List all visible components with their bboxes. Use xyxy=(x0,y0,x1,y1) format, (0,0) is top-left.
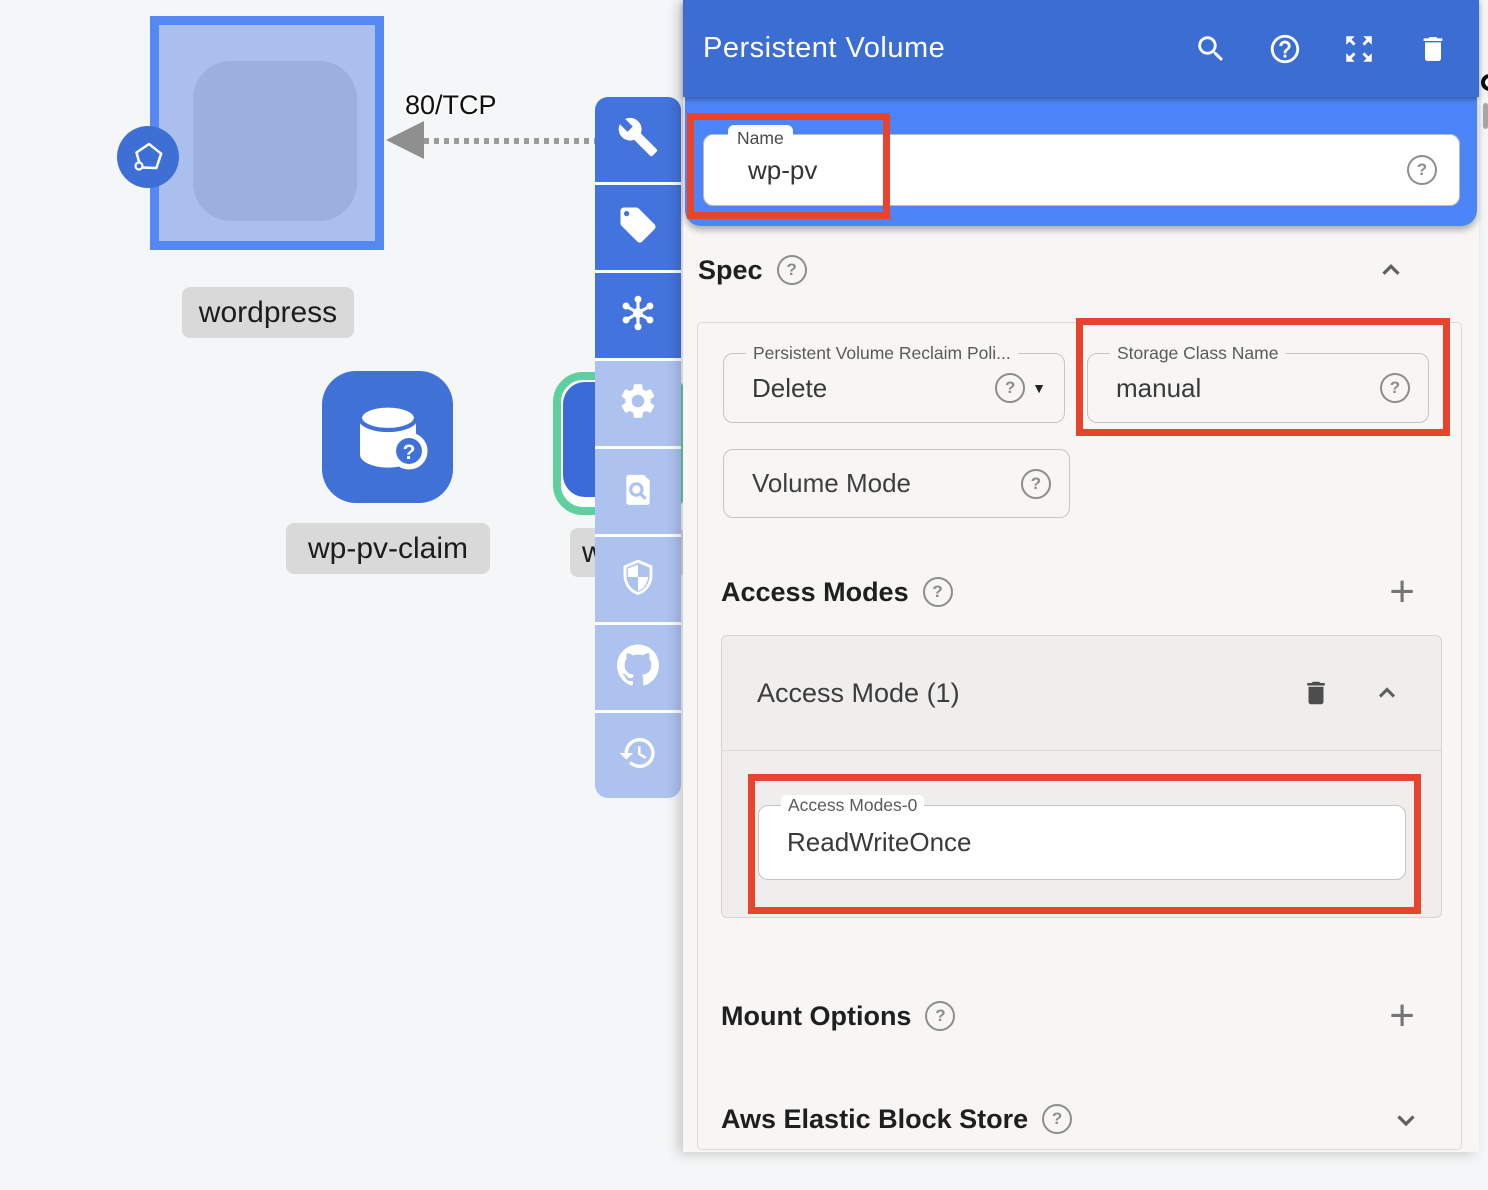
name-input[interactable]: wp-pv ? xyxy=(703,134,1460,206)
hub-network-icon xyxy=(616,291,660,340)
spec-help-icon[interactable]: ? xyxy=(777,255,807,285)
reclaim-policy-dropdown-icon[interactable]: ▼ xyxy=(1032,380,1046,396)
wp-pv-claim-node-label: wp-pv-claim xyxy=(286,523,490,574)
access-mode-card-title: Access Mode (1) xyxy=(757,678,1301,709)
name-help-icon[interactable]: ? xyxy=(1407,155,1437,185)
spec-section-header: Spec ? xyxy=(698,248,1428,292)
name-input-value: wp-pv xyxy=(748,155,1407,186)
shield-icon xyxy=(618,557,658,602)
spec-group-box: Persistent Volume Reclaim Poli... Delete… xyxy=(697,322,1462,1150)
side-toolbar xyxy=(595,97,681,798)
mount-options-heading: Mount Options xyxy=(721,1001,911,1032)
reclaim-policy-label: Persistent Volume Reclaim Poli... xyxy=(746,343,1018,364)
properties-panel: Persistent Volume Name wp-pv ? xyxy=(683,0,1479,1152)
clipped-canvas-node-dot xyxy=(1481,74,1488,91)
document-search-icon xyxy=(618,469,658,514)
storage-class-field[interactable]: Storage Class Name manual ? xyxy=(1087,353,1429,423)
expand-icon[interactable] xyxy=(1341,31,1377,67)
toolbar-wrench-button[interactable] xyxy=(595,97,681,182)
aws-ebs-heading: Aws Elastic Block Store xyxy=(721,1104,1028,1135)
panel-header: Persistent Volume xyxy=(683,0,1479,97)
database-icon: ? xyxy=(346,395,430,479)
tag-icon xyxy=(617,204,659,251)
access-modes-0-field[interactable]: Access Modes-0 ReadWriteOnce xyxy=(758,805,1406,880)
panel-title: Persistent Volume xyxy=(703,32,1193,65)
wordpress-node-label: wordpress xyxy=(182,287,354,338)
name-section: Name wp-pv ? xyxy=(685,97,1477,226)
volume-mode-placeholder: Volume Mode xyxy=(752,468,1021,499)
canvas-node-wp-pv-claim[interactable]: ? xyxy=(322,371,453,503)
aws-ebs-help-icon[interactable]: ? xyxy=(1042,1104,1072,1134)
toolbar-tag-button[interactable] xyxy=(595,185,681,270)
edge-port-label: 80/TCP xyxy=(405,90,497,121)
reclaim-policy-value: Delete xyxy=(752,373,995,404)
access-modes-0-value: ReadWriteOnce xyxy=(787,827,1405,858)
aws-ebs-header: Aws Elastic Block Store ? xyxy=(721,1097,1443,1141)
storage-class-label: Storage Class Name xyxy=(1110,343,1285,364)
access-mode-collapse-chevron-up-icon[interactable] xyxy=(1373,679,1401,707)
delete-icon[interactable] xyxy=(1415,31,1451,67)
access-mode-card-header: Access Mode (1) xyxy=(722,636,1441,751)
reclaim-policy-help-icon[interactable]: ? xyxy=(995,373,1025,403)
storage-class-value: manual xyxy=(1116,373,1380,404)
help-icon[interactable] xyxy=(1267,31,1303,67)
access-mode-card: Access Mode (1) Access Modes-0 ReadWrite… xyxy=(721,635,1442,918)
canvas-node-wordpress[interactable] xyxy=(150,16,384,250)
toolbar-gear-button[interactable] xyxy=(595,361,681,446)
spec-collapse-chevron-up-icon[interactable] xyxy=(1376,255,1406,285)
panel-scrollbar-thumb[interactable] xyxy=(1483,103,1488,129)
access-modes-header: Access Modes ? + xyxy=(721,570,1443,614)
github-icon xyxy=(617,644,659,691)
reclaim-policy-field[interactable]: Persistent Volume Reclaim Poli... Delete… xyxy=(723,353,1065,423)
toolbar-shield-button[interactable] xyxy=(595,537,681,622)
mount-options-add-button[interactable]: + xyxy=(1389,1001,1415,1031)
mount-options-help-icon[interactable]: ? xyxy=(925,1001,955,1031)
toolbar-history-button[interactable] xyxy=(595,713,681,798)
volume-mode-help-icon[interactable]: ? xyxy=(1021,469,1051,499)
history-icon xyxy=(618,733,658,778)
storage-class-help-icon[interactable]: ? xyxy=(1380,373,1410,403)
toolbar-hub-button[interactable] xyxy=(595,273,681,358)
mount-options-header: Mount Options ? + xyxy=(721,994,1443,1038)
access-modes-add-button[interactable]: + xyxy=(1389,577,1415,607)
app-root: wordpress 80/TCP ? wp-pv-claim w xyxy=(0,0,1488,1190)
toolbar-github-button[interactable] xyxy=(595,625,681,710)
wordpress-node-inner-shape xyxy=(193,61,357,221)
wrench-icon xyxy=(617,116,659,163)
edge-dotted-line xyxy=(424,138,596,144)
access-mode-delete-icon[interactable] xyxy=(1301,678,1331,708)
search-icon[interactable] xyxy=(1193,31,1229,67)
name-field-label: Name xyxy=(728,125,793,152)
aws-ebs-expand-chevron-down-icon[interactable] xyxy=(1391,1104,1421,1134)
spec-heading: Spec xyxy=(698,255,763,286)
access-modes-heading: Access Modes xyxy=(721,577,909,608)
edge-arrowhead-icon xyxy=(386,121,424,159)
gear-icon xyxy=(617,380,659,427)
toolbar-inspect-button[interactable] xyxy=(595,449,681,534)
volume-mode-field[interactable]: Volume Mode ? xyxy=(723,449,1070,518)
svg-text:?: ? xyxy=(402,441,415,464)
access-modes-0-label: Access Modes-0 xyxy=(781,795,924,816)
access-modes-help-icon[interactable]: ? xyxy=(923,577,953,607)
pod-pentagon-icon xyxy=(117,126,179,188)
